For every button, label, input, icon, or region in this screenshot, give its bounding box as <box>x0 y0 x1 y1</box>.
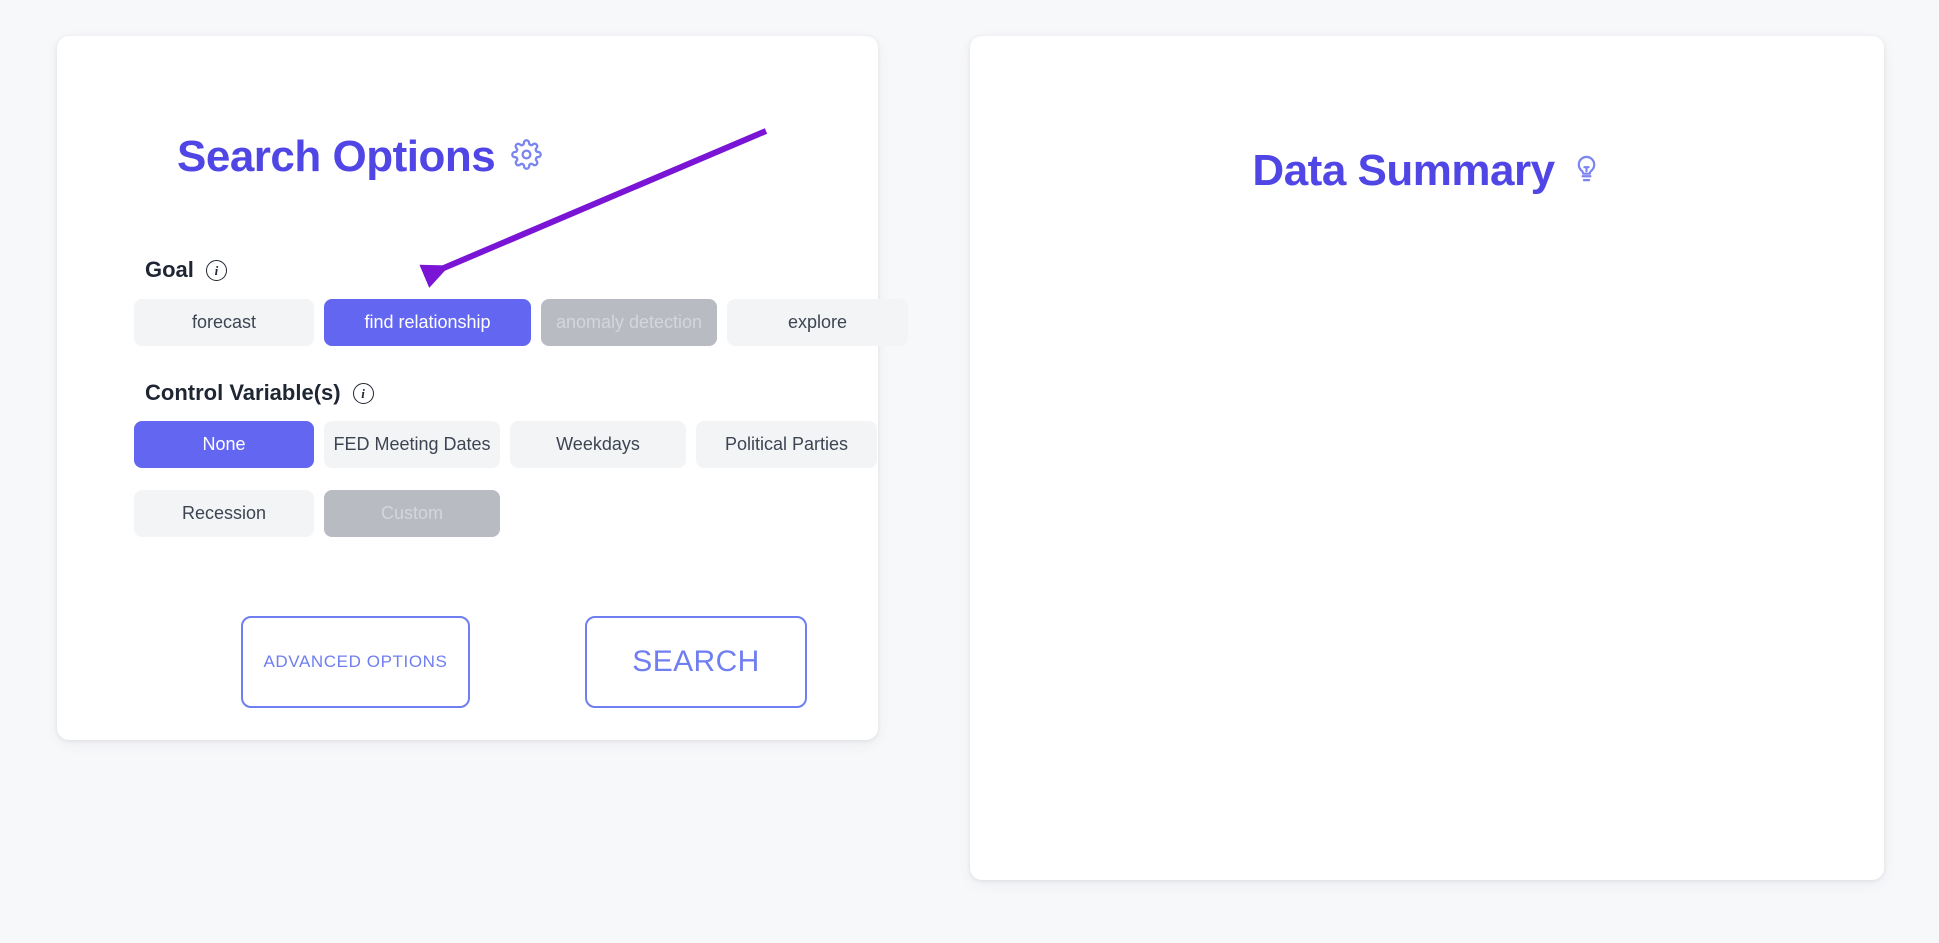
goal-option-anomaly-detection: anomaly detection <box>541 299 717 346</box>
control-option-recession[interactable]: Recession <box>134 490 314 537</box>
goal-option-forecast[interactable]: forecast <box>134 299 314 346</box>
data-summary-header: Data Summary <box>970 146 1884 196</box>
search-options-header: Search Options <box>177 132 542 182</box>
control-option-weekdays[interactable]: Weekdays <box>510 421 686 468</box>
goal-option-find-relationship[interactable]: find relationship <box>324 299 531 346</box>
control-variables-label-text: Control Variable(s) <box>145 380 341 405</box>
control-option-fed-meeting-dates[interactable]: FED Meeting Dates <box>324 421 500 468</box>
gear-icon[interactable] <box>511 139 542 175</box>
goal-label-text: Goal <box>145 257 194 282</box>
info-icon-control-variables[interactable]: i <box>352 382 374 404</box>
info-icon-goal[interactable]: i <box>205 259 227 281</box>
search-button[interactable]: SEARCH <box>585 616 807 708</box>
search-options-card: Search Options Goal i forecast find rela… <box>57 36 908 740</box>
goal-section-label: Goal i <box>145 257 227 283</box>
control-option-political-parties[interactable]: Political Parties <box>696 421 877 468</box>
control-variables-section-label: Control Variable(s) i <box>145 380 374 406</box>
goal-option-explore[interactable]: explore <box>727 299 908 346</box>
data-summary-card: Data Summary Real Potential Gross Domest… <box>970 36 1884 880</box>
control-variables-group-row-1: None FED Meeting Dates Weekdays Politica… <box>134 421 877 468</box>
control-option-custom: Custom <box>324 490 500 537</box>
advanced-options-button[interactable]: ADVANCED OPTIONS <box>241 616 470 708</box>
app-root: Search Options Goal i forecast find rela… <box>0 0 1939 943</box>
data-summary-title: Data Summary <box>1252 146 1555 195</box>
goal-options-group: forecast find relationship anomaly detec… <box>134 299 908 346</box>
lightbulb-icon[interactable] <box>1571 153 1602 189</box>
control-variables-group-row-2: Recession Custom <box>134 490 500 537</box>
control-option-none[interactable]: None <box>134 421 314 468</box>
page-title: Search Options <box>177 132 496 181</box>
